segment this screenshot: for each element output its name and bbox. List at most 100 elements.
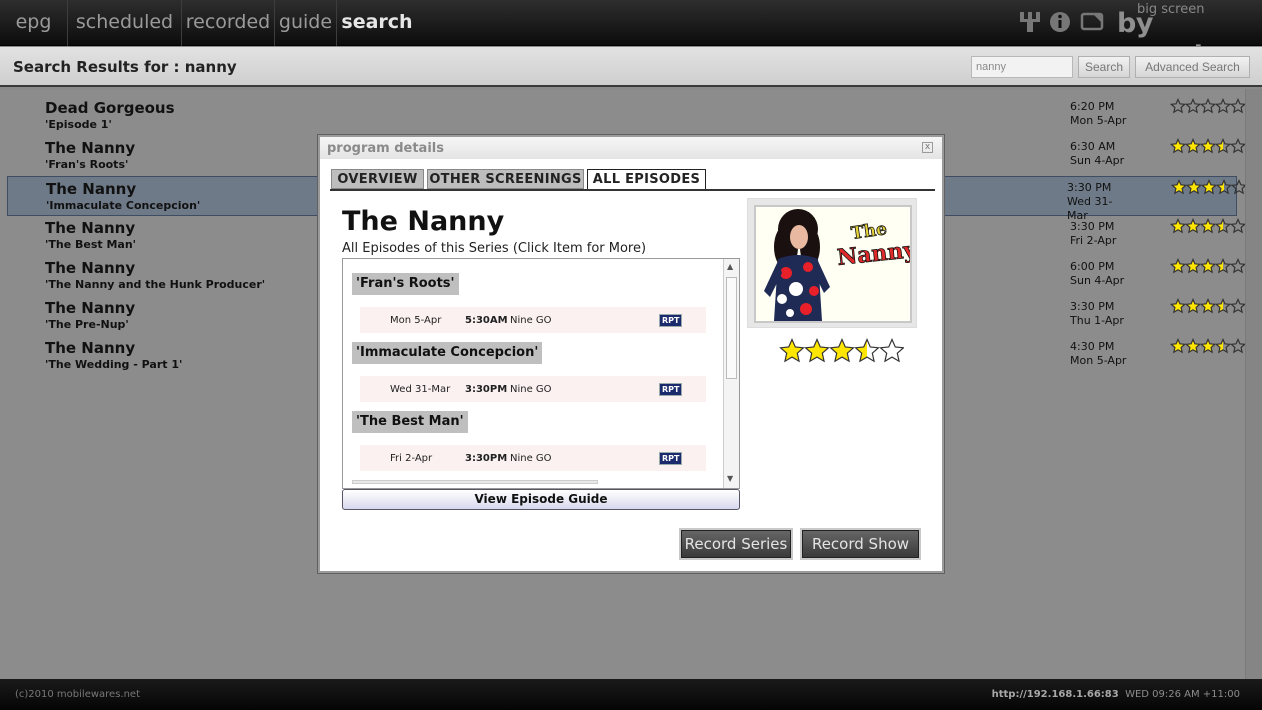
- result-rating: [1169, 98, 1247, 118]
- search-button[interactable]: Search: [1078, 56, 1130, 78]
- result-title: The Nanny: [45, 139, 136, 157]
- result-episode: 'The Wedding - Part 1': [45, 358, 183, 371]
- results-title: Search Results for : nanny: [13, 58, 237, 76]
- episode-list[interactable]: ▲ ▼ 'Fran's Roots' Mon 5-Apr 5:30AM Nine GO…: [342, 258, 740, 489]
- episode-title[interactable]: 'Fran's Roots': [352, 273, 459, 295]
- server-address: http://192.168.1.66:83: [991, 689, 1119, 700]
- nav-guide[interactable]: guide: [275, 0, 337, 46]
- repeat-badge: RPT: [659, 383, 683, 396]
- result-episode: 'Immaculate Concepcion': [46, 199, 201, 212]
- result-rating: [1169, 138, 1247, 158]
- show-poster: The Nanny: [747, 198, 919, 328]
- result-time: 6:00 PM Sun 4-Apr: [1070, 260, 1130, 288]
- screen-icon[interactable]: [1080, 10, 1104, 34]
- result-date: Sun 4-Apr: [1070, 274, 1125, 287]
- result-time: 6:30 AM Sun 4-Apr: [1070, 140, 1130, 168]
- search-input[interactable]: nanny: [971, 56, 1073, 78]
- result-rating: [1169, 338, 1247, 358]
- clock: WED 09:26 AM +11:00: [1125, 689, 1240, 700]
- info-icon[interactable]: [1048, 10, 1072, 34]
- repeat-badge: RPT: [659, 314, 683, 327]
- screening-time: 5:30AM: [465, 315, 508, 326]
- episode-list-scrollbar[interactable]: ▲ ▼: [723, 259, 739, 488]
- result-episode: 'Fran's Roots': [45, 158, 129, 171]
- advanced-search-button[interactable]: Advanced Search: [1135, 56, 1250, 78]
- search-bar: Search Results for : nanny nanny Search …: [0, 47, 1262, 87]
- episodes-subheading: All Episodes of this Series (Click Item …: [342, 241, 647, 256]
- result-time: 6:20 PM Mon 5-Apr: [1070, 100, 1130, 128]
- nav-epg[interactable]: epg: [0, 0, 68, 46]
- episode-screening-row[interactable]: Mon 5-Apr 5:30AM Nine GO RPT: [360, 307, 706, 333]
- result-title: Dead Gorgeous: [45, 99, 175, 117]
- scroll-down-icon[interactable]: ▼: [727, 474, 733, 483]
- network-icon[interactable]: [1018, 10, 1042, 34]
- program-details-dialog: program details x OVERVIEW OTHER SCREENI…: [318, 135, 944, 573]
- footer: (c)2010 mobilewares.net http://192.168.1…: [0, 679, 1262, 710]
- scroll-thumb[interactable]: [726, 277, 737, 379]
- tab-overview[interactable]: OVERVIEW: [331, 169, 424, 189]
- result-time-value: 3:30 PM: [1070, 300, 1115, 313]
- screening-time: 3:30PM: [465, 453, 508, 464]
- result-date: Mon 5-Apr: [1070, 354, 1127, 367]
- nav-scheduled[interactable]: scheduled: [68, 0, 182, 46]
- result-time-value: 3:30 PM: [1067, 181, 1112, 194]
- tab-divider: [330, 189, 935, 191]
- record-show-button[interactable]: Record Show: [800, 528, 921, 560]
- result-rating: [1169, 258, 1247, 278]
- result-rating: [1170, 179, 1248, 199]
- result-episode: 'The Best Man': [45, 238, 137, 251]
- screening-channel: Nine GO: [510, 315, 552, 326]
- result-title: The Nanny: [45, 259, 136, 277]
- result-date: Fri 2-Apr: [1070, 234, 1117, 247]
- dialog-title: program details: [327, 141, 444, 156]
- result-title: The Nanny: [45, 299, 136, 317]
- result-time-value: 6:30 AM: [1070, 140, 1116, 153]
- result-time: 4:30 PM Mon 5-Apr: [1070, 340, 1130, 368]
- record-series-button[interactable]: Record Series: [679, 528, 793, 560]
- result-title: The Nanny: [45, 339, 136, 357]
- nav-recorded[interactable]: recorded: [182, 0, 275, 46]
- horizontal-scrollbar[interactable]: [352, 480, 598, 484]
- tab-other-screenings[interactable]: OTHER SCREENINGS: [427, 169, 584, 189]
- result-time: 3:30 PM Fri 2-Apr: [1070, 220, 1130, 248]
- result-episode: 'Episode 1': [45, 118, 112, 131]
- result-title: The Nanny: [45, 219, 136, 237]
- screening-date: Fri 2-Apr: [390, 453, 433, 464]
- result-date: Sun 4-Apr: [1070, 154, 1125, 167]
- status-line: http://192.168.1.66:83 WED 09:26 AM +11:…: [992, 689, 1240, 700]
- result-time-value: 4:30 PM: [1070, 340, 1115, 353]
- result-time-value: 6:20 PM: [1070, 100, 1115, 113]
- screening-channel: Nine GO: [510, 453, 552, 464]
- tab-all-episodes[interactable]: ALL EPISODES: [587, 169, 706, 191]
- copyright: (c)2010 mobilewares.net: [15, 689, 140, 700]
- screening-time: 3:30PM: [465, 384, 508, 395]
- result-rating: [1169, 218, 1247, 238]
- result-row[interactable]: Dead Gorgeous 'Episode 1' 6:20 PM Mon 5-Apr: [0, 96, 1247, 136]
- show-title: The Nanny: [342, 206, 505, 237]
- result-episode: 'The Nanny and the Hunk Producer': [45, 278, 266, 291]
- results-scrollbar[interactable]: [1245, 89, 1262, 679]
- result-date: Thu 1-Apr: [1070, 314, 1124, 327]
- repeat-badge: RPT: [659, 452, 683, 465]
- close-icon[interactable]: x: [922, 142, 933, 153]
- top-nav: epg scheduled recorded guide search big …: [0, 0, 1262, 70]
- result-time-value: 3:30 PM: [1070, 220, 1115, 233]
- result-rating: [1169, 298, 1247, 318]
- episode-screening-row[interactable]: Wed 31-Mar 3:30PM Nine GO RPT: [360, 376, 706, 402]
- result-episode: 'The Pre-Nup': [45, 318, 129, 331]
- view-episode-guide-button[interactable]: View Episode Guide: [342, 489, 740, 510]
- episode-screening-row[interactable]: Fri 2-Apr 3:30PM Nine GO RPT: [360, 445, 706, 471]
- result-time: 3:30 PM Thu 1-Apr: [1070, 300, 1130, 328]
- rating-stars: [779, 338, 905, 368]
- scroll-up-icon[interactable]: ▲: [727, 262, 733, 271]
- result-title: The Nanny: [46, 180, 137, 198]
- dialog-header: program details x: [320, 137, 942, 159]
- nav-search[interactable]: search: [337, 0, 417, 46]
- result-date: Mon 5-Apr: [1070, 114, 1127, 127]
- screening-date: Wed 31-Mar: [390, 384, 451, 395]
- episode-title[interactable]: 'The Best Man': [352, 411, 468, 433]
- result-time-value: 6:00 PM: [1070, 260, 1115, 273]
- episode-title[interactable]: 'Immaculate Concepcion': [352, 342, 543, 364]
- screening-date: Mon 5-Apr: [390, 315, 442, 326]
- poster-image: The Nanny: [756, 207, 919, 321]
